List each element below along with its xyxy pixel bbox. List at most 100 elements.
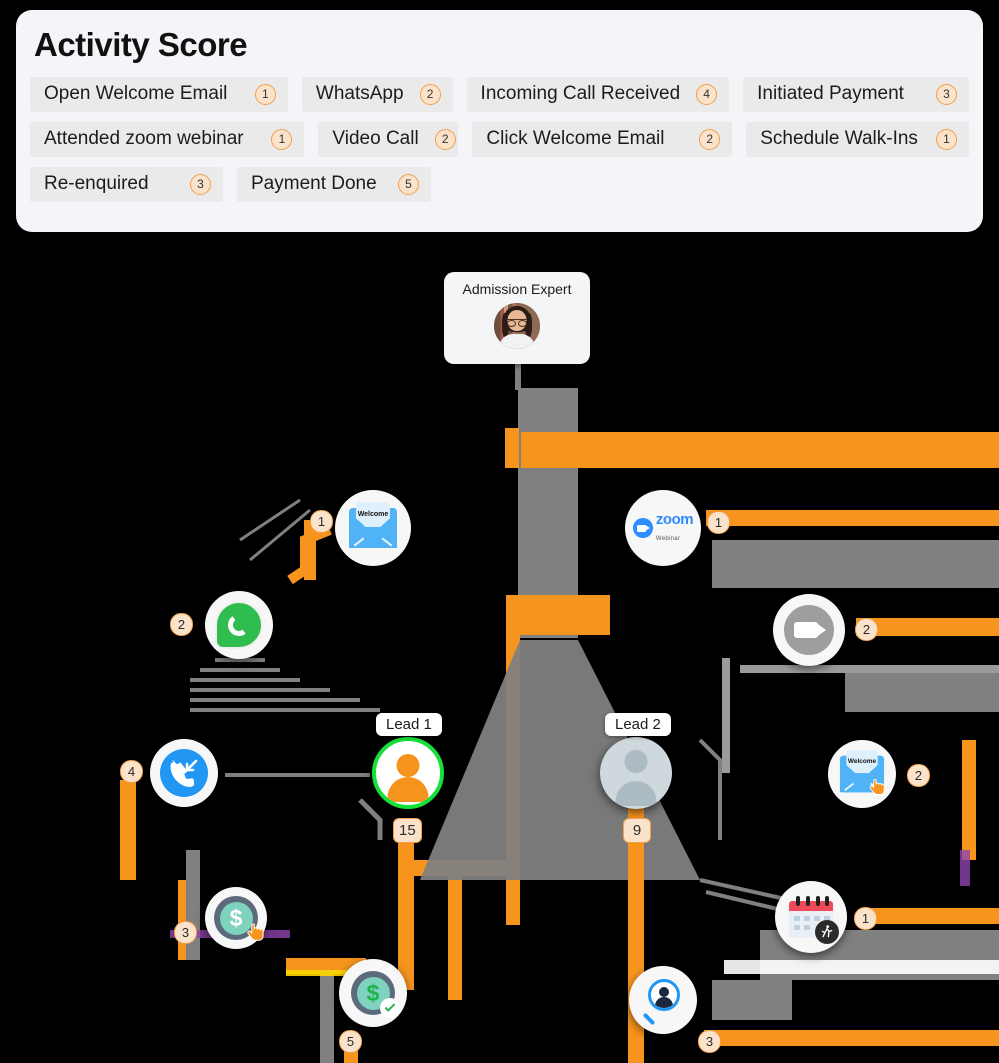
connector-orange-stub (505, 428, 519, 468)
connector-lead1-down (448, 860, 462, 1000)
badge-initiated-payment: 3 (174, 921, 197, 944)
node-click-welcome-email[interactable]: Welcome (828, 740, 896, 808)
connector-expert-stem (515, 364, 521, 390)
activity-legend: Open Welcome Email 1 WhatsApp 2 Incoming… (30, 76, 969, 202)
node-re-enquired[interactable] (629, 966, 697, 1034)
node-schedule-walk-ins[interactable] (775, 881, 847, 953)
page-title: Activity Score (34, 26, 248, 63)
legend-chip-label: Payment Done (251, 173, 377, 195)
legend-chip-payment-done[interactable]: Payment Done 5 (237, 166, 431, 202)
connector-zoom (706, 510, 999, 526)
zoom-webinar-icon: zoom Webinar (632, 511, 694, 544)
lead-2-label: Lead 2 (605, 713, 671, 736)
node-payment-done[interactable]: $ (339, 959, 407, 1027)
admission-expert-card[interactable]: Admission Expert (444, 272, 590, 364)
incoming-call-icon (160, 749, 208, 797)
activity-graph: Admission Expert Welcome 1 2 zoom Webina… (0, 240, 999, 1063)
legend-chip-count: 3 (190, 173, 211, 195)
connector-cwe-h (740, 665, 999, 673)
open-welcome-email-icon: Welcome (349, 502, 397, 548)
legend-chip-count: 2 (699, 128, 721, 150)
incoming-call-glyph (170, 759, 198, 787)
whatsapp-icon (215, 601, 263, 649)
connector-gray-thin (239, 498, 311, 562)
connector-call-orange (120, 780, 136, 880)
initiated-payment-icon: $ (214, 896, 264, 941)
connector-lead1-bottom (358, 798, 383, 840)
walking-person-icon (815, 920, 839, 944)
legend-chip-video-call[interactable]: Video Call 2 (318, 121, 459, 157)
connector-reenq (698, 738, 722, 840)
legend-chip-initiated-payment[interactable]: Initiated Payment 3 (743, 76, 969, 112)
connector-videocall-gray (845, 670, 999, 712)
legend-chip-attended-zoom-webinar[interactable]: Attended zoom webinar 1 (30, 121, 305, 157)
legend-row: Open Welcome Email 1 WhatsApp 2 Incoming… (30, 76, 969, 112)
pointer-hand-icon (247, 923, 264, 941)
screen-root: Activity Score Open Welcome Email 1 What… (0, 0, 999, 1063)
legend-chip-label: Click Welcome Email (486, 128, 665, 150)
legend-chip-re-enquired[interactable]: Re-enquired 3 (30, 166, 223, 202)
legend-chip-count: 3 (936, 83, 957, 105)
connector-lead2-cwe (722, 658, 730, 773)
legend-chip-incoming-call-received[interactable]: Incoming Call Received 4 (466, 76, 730, 112)
legend-chip-count: 2 (434, 128, 456, 150)
badge-zoom-webinar: 1 (707, 511, 730, 534)
legend-chip-label: Attended zoom webinar (44, 128, 244, 150)
node-open-welcome-email[interactable]: Welcome (335, 490, 411, 566)
click-welcome-email-icon: Welcome (839, 750, 885, 795)
legend-chip-open-welcome-email[interactable]: Open Welcome Email 1 (30, 76, 288, 112)
connector-cwe-orange (962, 740, 976, 860)
legend-chip-label: Incoming Call Received (480, 83, 681, 105)
node-incoming-call[interactable] (150, 739, 218, 807)
connector-walkins-orange (862, 908, 999, 924)
badge-open-welcome-email: 1 (310, 510, 333, 533)
legend-chip-label: Schedule Walk-Ins (760, 128, 918, 150)
connector-paydone-gray (320, 970, 334, 1063)
connector-reenq-orange (704, 1030, 999, 1046)
pointer-hand-icon (869, 778, 885, 795)
legend-chip-label: WhatsApp (315, 83, 404, 105)
activity-score-panel: Activity Score Open Welcome Email 1 What… (16, 10, 983, 232)
badge-re-enquired: 3 (698, 1030, 721, 1053)
legend-row: Attended zoom webinar 1 Video Call 2 Cli… (30, 121, 969, 157)
admission-expert-title: Admission Expert (462, 281, 572, 297)
lead-2-score: 9 (623, 818, 651, 843)
badge-video-call: 2 (855, 618, 878, 641)
video-call-icon (784, 605, 834, 655)
legend-chip-whatsapp[interactable]: WhatsApp 2 (301, 76, 453, 112)
legend-chip-label: Re-enquired (44, 173, 149, 195)
zoom-brand-name: zoom (655, 511, 694, 528)
legend-chip-count: 1 (254, 83, 276, 105)
node-initiated-payment[interactable]: $ (205, 887, 267, 949)
connector-gray-steps (190, 658, 380, 712)
legend-chip-count: 1 (271, 128, 293, 150)
badge-whatsapp: 2 (170, 613, 193, 636)
legend-chip-label: Initiated Payment (757, 83, 904, 105)
lead-1-node[interactable] (372, 737, 444, 809)
node-zoom-webinar[interactable]: zoom Webinar (625, 490, 701, 566)
connector-lead1-left (398, 820, 414, 990)
badge-payment-done: 5 (339, 1030, 362, 1053)
legend-chip-click-welcome-email[interactable]: Click Welcome Email 2 (472, 121, 733, 157)
node-whatsapp[interactable] (205, 591, 273, 659)
check-icon (380, 998, 400, 1018)
legend-chip-schedule-walk-ins[interactable]: Schedule Walk-Ins 1 (746, 121, 969, 157)
legend-chip-label: Video Call (332, 128, 419, 150)
connector-reenq-white (724, 960, 999, 974)
badge-click-welcome-email: 2 (907, 764, 930, 787)
lead-1-label: Lead 1 (376, 713, 442, 736)
walk-glyph (821, 925, 833, 938)
badge-schedule-walk-ins: 1 (854, 907, 877, 930)
connector-zoom-gray (712, 540, 999, 588)
lead-1-score: 15 (393, 818, 422, 843)
admission-expert-avatar (494, 303, 540, 349)
legend-chip-count: 1 (936, 128, 957, 150)
lead-2-node[interactable] (600, 737, 672, 809)
connector-reenq-block (712, 980, 792, 1020)
connector-yellow (286, 970, 350, 976)
connector-purple-right (960, 850, 970, 886)
legend-chip-count: 5 (398, 173, 419, 195)
connector-orange-band (521, 432, 999, 468)
legend-row: Re-enquired 3 Payment Done 5 (30, 166, 969, 202)
node-video-call[interactable] (773, 594, 845, 666)
